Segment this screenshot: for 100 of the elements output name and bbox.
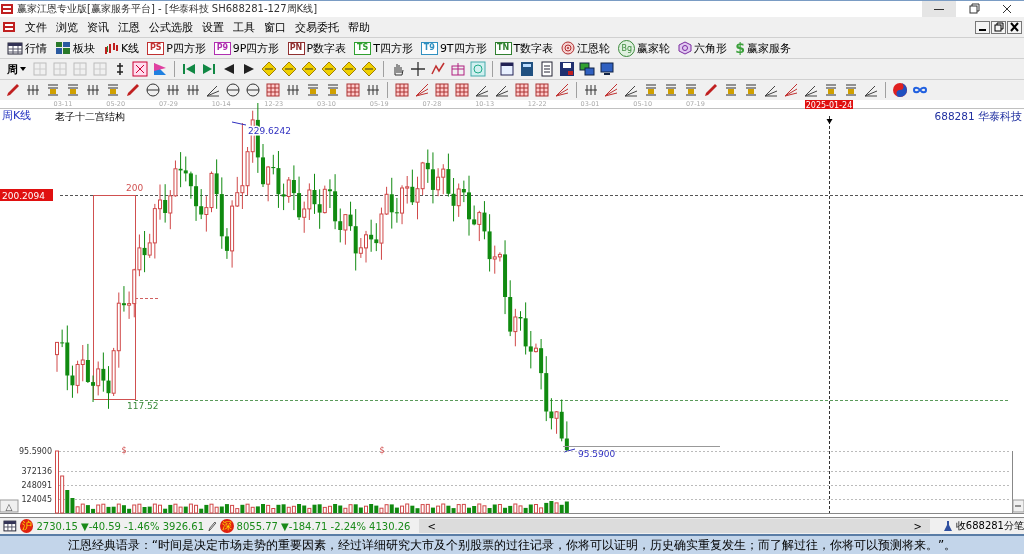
bars-icon: [45, 82, 61, 98]
dividend-marker: $: [121, 446, 127, 455]
bars-icon: [683, 82, 699, 98]
pencil-icon: [5, 82, 21, 98]
low-price-label: 95.5900: [578, 449, 616, 459]
scroll-left-button[interactable]: <: [419, 520, 444, 532]
toolbar-button[interactable]: $赢家服务: [732, 39, 795, 57]
fan-lines-button[interactable]: [782, 81, 800, 99]
horizontal-scrollbar[interactable]: < >: [419, 519, 930, 533]
menu-item[interactable]: 公式选股: [149, 18, 193, 36]
toolbar-button[interactable]: 六角形: [675, 39, 731, 57]
scroll-right-button[interactable]: [1012, 499, 1024, 513]
monitor-button[interactable]: [598, 60, 616, 78]
fan-lines-button[interactable]: [553, 81, 571, 99]
menu-item[interactable]: 资讯: [87, 18, 109, 36]
grid-button[interactable]: [344, 81, 362, 99]
vertical-lines-icon: [285, 82, 301, 98]
diamond-button[interactable]: [300, 60, 318, 78]
diamond-icon: [361, 61, 377, 77]
zigzag-icon: [430, 61, 446, 77]
pencil-button[interactable]: [4, 81, 22, 99]
index-quote: 8055.77 ▼-184.71 -2.24% 4130.26: [236, 520, 411, 532]
grid-button[interactable]: [433, 81, 451, 99]
volume-axis-label: 95.5900: [18, 447, 52, 456]
grid-button[interactable]: [453, 81, 471, 99]
flag-button[interactable]: [151, 60, 169, 78]
window-title: 赢家江恩专业版[赢家服务平台] - [华泰科技 SH688281-127周K线]: [17, 2, 319, 16]
crossed-box-button[interactable]: [131, 60, 149, 78]
diamond-icon: [341, 61, 357, 77]
menu-item[interactable]: 工具: [233, 18, 255, 36]
toolbar-button[interactable]: PS P四方形: [144, 39, 209, 57]
circle-button[interactable]: [144, 81, 162, 99]
dividend-marker: $: [379, 446, 385, 455]
grid-button[interactable]: [533, 81, 551, 99]
pencil-icon: [207, 520, 217, 532]
diamond-button[interactable]: [320, 60, 338, 78]
close-button[interactable]: [1007, 20, 1022, 34]
pencil-button[interactable]: [124, 81, 142, 99]
toolbar-button[interactable]: PN P数字表: [284, 39, 350, 57]
menu-item[interactable]: 文件: [25, 18, 47, 36]
fan-lines-button[interactable]: [413, 81, 431, 99]
yin-yang-button[interactable]: [891, 81, 909, 99]
computers-button[interactable]: [578, 60, 596, 78]
toolbar-button[interactable]: P9 9P四方形: [210, 39, 283, 57]
diamond-button[interactable]: [360, 60, 378, 78]
volume-axis-label: 124045: [21, 495, 52, 504]
toolbar-button[interactable]: K线: [100, 39, 143, 57]
skip-forward-icon: [201, 61, 217, 77]
circle-icon: [225, 82, 241, 98]
badge-icon: PN: [287, 41, 305, 55]
bars-icon: [643, 82, 659, 98]
bars-icon: [743, 82, 759, 98]
document-icon: [539, 61, 555, 77]
menu-item[interactable]: 设置: [202, 18, 224, 36]
menu-item[interactable]: 帮助: [348, 18, 370, 36]
diamond-button[interactable]: [280, 60, 298, 78]
period-dropdown[interactable]: 周: [4, 61, 29, 77]
toolbar-button[interactable]: 江恩轮: [558, 39, 614, 57]
bars-icon: [105, 82, 121, 98]
circle-button[interactable]: [244, 81, 262, 99]
toolbar-button[interactable]: TN T数字表: [491, 39, 557, 57]
blocks-icon: [55, 41, 71, 55]
menu-item[interactable]: 窗口: [264, 18, 286, 36]
price-tag: 200.2094: [0, 189, 53, 201]
toolbar-button[interactable]: 板块: [52, 39, 98, 57]
toolbar-button[interactable]: TS T四方形: [351, 39, 416, 57]
toolbar-button[interactable]: T9 9T四方形: [417, 39, 490, 57]
pencil-button[interactable]: [702, 81, 720, 99]
fan-lines-button[interactable]: [602, 81, 620, 99]
calculator-button[interactable]: [518, 60, 536, 78]
badge-icon: PS: [147, 41, 165, 55]
circle-button[interactable]: [224, 81, 242, 99]
calendar-button[interactable]: [498, 60, 516, 78]
grid-button[interactable]: [264, 81, 282, 99]
badge-icon: TS: [354, 41, 372, 55]
diamond-icon: [261, 61, 277, 77]
bars-icon: [823, 82, 839, 98]
grid-button[interactable]: [513, 81, 531, 99]
restore-button[interactable]: [991, 20, 1006, 34]
diamond-button[interactable]: [340, 60, 358, 78]
circle-icon: [245, 82, 261, 98]
box-top-label: 200: [126, 183, 144, 193]
grid-icon: [345, 82, 361, 98]
menu-item[interactable]: 交易委托: [295, 18, 339, 36]
grid-button[interactable]: [393, 81, 411, 99]
table-icon: [7, 41, 23, 55]
menu-item[interactable]: 浏览: [56, 18, 78, 36]
scroll-right-button[interactable]: >: [905, 520, 930, 532]
bars-icon: [325, 82, 341, 98]
save-button[interactable]: [558, 60, 576, 78]
toolbar-button[interactable]: 行情: [4, 39, 50, 57]
minimize-button[interactable]: [975, 20, 990, 34]
toggle-button[interactable]: △: [0, 499, 19, 513]
flag-icon: [152, 61, 168, 77]
toolbar-button[interactable]: Bg 赢家轮: [615, 39, 674, 57]
vertical-lines-icon: [85, 82, 101, 98]
menu-item[interactable]: 江恩: [118, 18, 140, 36]
badge-icon: T9: [420, 41, 438, 55]
crosshair-button[interactable]: [409, 60, 427, 78]
app-logo-icon: [2, 21, 16, 33]
